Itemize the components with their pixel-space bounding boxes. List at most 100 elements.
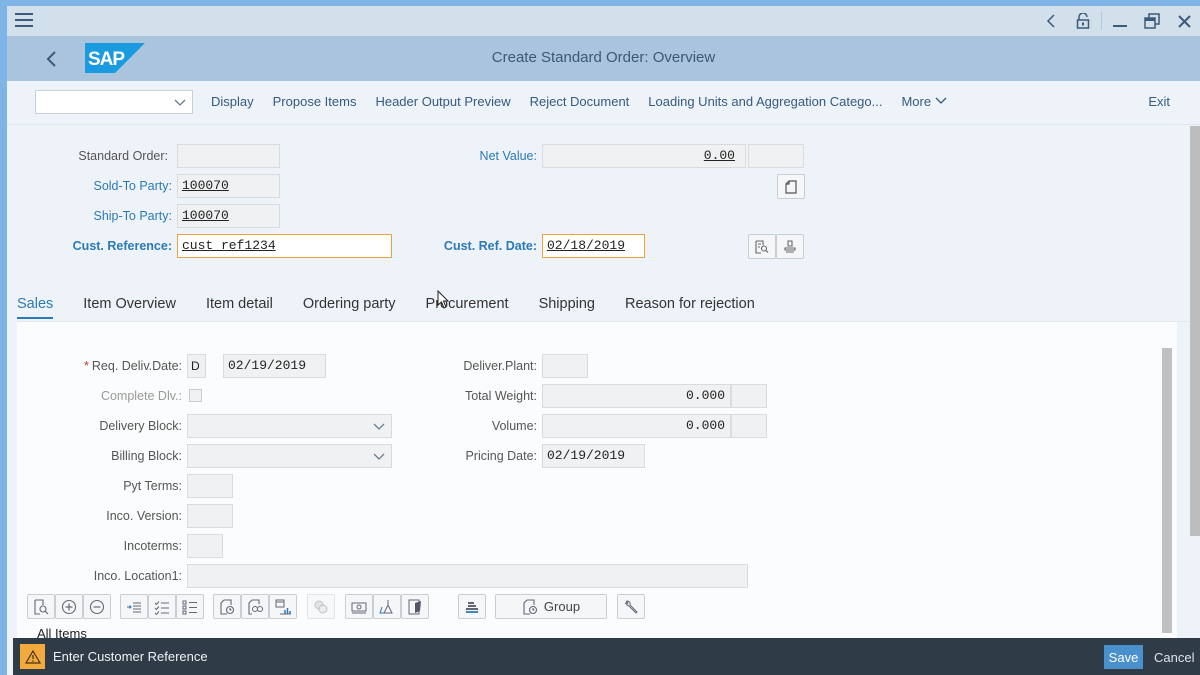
cust-ref-date-value: 02/18/2019 — [547, 238, 626, 253]
window-controls — [1035, 6, 1200, 36]
cancel-button[interactable]: Cancel — [1154, 650, 1194, 665]
select-all-button[interactable] — [148, 594, 176, 619]
complete-dlv-checkbox[interactable] — [189, 389, 202, 402]
loading-units-button[interactable]: Loading Units and Aggregation Catego... — [640, 94, 890, 109]
close-icon[interactable] — [1168, 6, 1200, 36]
tab-ordering-party[interactable]: Ordering party — [303, 296, 396, 319]
sold-to-party-label[interactable]: Sold-To Party: — [47, 179, 172, 193]
list-icon — [182, 600, 197, 614]
stamp-button[interactable] — [776, 234, 804, 259]
delivery-block-label: Delivery Block: — [99, 419, 182, 433]
ship-to-party-field[interactable]: 100070 — [177, 204, 280, 228]
display-document-button[interactable] — [748, 234, 776, 259]
req-deliv-date-label-text: Req. Deliv.Date: — [91, 359, 182, 373]
complete-dlv-label: Complete Dlv.: — [100, 389, 182, 403]
exit-button[interactable]: Exit — [1148, 94, 1170, 109]
chevron-down-icon — [174, 99, 186, 106]
settings-button[interactable] — [617, 594, 645, 619]
warning-button[interactable] — [20, 644, 45, 669]
propose-items-button[interactable]: Propose Items — [265, 94, 365, 109]
inco-version-field[interactable] — [187, 504, 233, 528]
volume-unit-field — [731, 414, 767, 438]
status-message[interactable]: Enter Customer Reference — [53, 649, 208, 664]
deliver-plant-field[interactable] — [542, 354, 588, 378]
delete-row-button[interactable] — [83, 594, 111, 619]
chevron-down-icon — [373, 423, 385, 430]
save-button[interactable]: Save — [1104, 645, 1143, 669]
pyt-terms-label: Pyt Terms: — [123, 479, 182, 493]
req-deliv-date-period-field[interactable]: D — [187, 354, 206, 378]
command-field-select[interactable] — [35, 90, 193, 114]
reject-document-button[interactable]: Reject Document — [522, 94, 638, 109]
document-search-icon — [755, 239, 769, 254]
availability-button[interactable] — [241, 594, 269, 619]
menu-icon[interactable] — [15, 13, 33, 27]
ship-to-party-label[interactable]: Ship-To Party: — [47, 209, 172, 223]
total-weight-field: 0.000 — [542, 384, 731, 408]
group-button-label: Group — [543, 599, 581, 614]
unlock-icon[interactable] — [1067, 6, 1099, 36]
currency-exchange-icon — [314, 600, 328, 613]
schedule-lines-button[interactable] — [213, 594, 241, 619]
billing-block-select[interactable] — [187, 444, 392, 468]
display-button[interactable]: Display — [203, 94, 262, 109]
document-button[interactable] — [777, 174, 805, 199]
pyt-terms-field[interactable] — [187, 474, 233, 498]
pricing-date-field[interactable]: 02/19/2019 — [542, 444, 645, 468]
cust-ref-date-input[interactable]: 02/18/2019 — [542, 234, 645, 258]
page-scrollbar[interactable] — [1190, 126, 1200, 536]
tab-shipping[interactable]: Shipping — [539, 296, 595, 319]
tab-reason-for-rejection[interactable]: Reason for rejection — [625, 296, 755, 319]
sold-to-party-field[interactable]: 100070 — [177, 174, 280, 198]
calendar-chart-icon — [275, 599, 291, 614]
deselect-all-button[interactable] — [176, 594, 204, 619]
group-button[interactable]: Group — [495, 594, 607, 619]
required-indicator: * — [84, 359, 89, 373]
incoterms-field[interactable] — [187, 534, 223, 558]
volume-label: Volume: — [491, 419, 537, 433]
req-deliv-date-field[interactable]: 02/19/2019 — [223, 354, 326, 378]
back-icon[interactable] — [1035, 6, 1067, 36]
cust-reference-input[interactable]: cust_ref1234 — [177, 234, 392, 258]
deliver-plant-label: Deliver.Plant: — [463, 359, 537, 373]
document-search-icon — [34, 598, 49, 615]
stack-icon — [466, 601, 478, 613]
move-to-list-button[interactable] — [120, 594, 148, 619]
more-label: More — [901, 94, 932, 109]
configuration-button[interactable] — [307, 594, 335, 619]
chevron-down-icon — [373, 453, 385, 460]
net-value-field: 0.00 — [542, 144, 746, 168]
header-output-preview-button[interactable]: Header Output Preview — [367, 94, 518, 109]
display-all-button[interactable] — [345, 594, 373, 619]
batch-determination-button[interactable] — [373, 594, 401, 619]
inco-location1-label: Inco. Location1: — [93, 569, 182, 583]
tab-item-overview[interactable]: Item Overview — [83, 296, 176, 319]
insert-row-button[interactable] — [55, 594, 83, 619]
item-details-button[interactable] — [27, 594, 55, 619]
delivery-block-select[interactable] — [187, 414, 392, 438]
req-deliv-date-label: * Req. Deliv.Date: — [62, 359, 182, 373]
stamp-icon — [784, 239, 796, 253]
minimize-icon[interactable] — [1104, 6, 1136, 36]
more-menu-button[interactable]: More — [893, 94, 954, 109]
tab-item-detail[interactable]: Item detail — [206, 296, 273, 319]
net-value-currency-field — [748, 144, 804, 168]
shipping-button[interactable] — [458, 594, 486, 619]
restore-icon[interactable] — [1136, 6, 1168, 36]
tab-bar: Sales Item Overview Item detail Ordering… — [17, 296, 785, 319]
warning-icon — [24, 649, 41, 664]
standard-order-field[interactable] — [177, 144, 280, 168]
pricing-button[interactable] — [269, 594, 297, 619]
sold-to-party-value: 100070 — [182, 178, 229, 193]
incoterms-label: Incoterms: — [123, 539, 182, 553]
tab-sales[interactable]: Sales — [17, 296, 54, 319]
shell-header: SAP Create Standard Order: Overview — [7, 36, 1200, 81]
panel-scrollbar[interactable] — [1162, 348, 1172, 633]
wrench-icon — [624, 600, 638, 614]
notes-button[interactable] — [401, 594, 429, 619]
standard-order-label: Standard Order: — [78, 149, 168, 163]
inco-version-label: Inco. Version: — [106, 509, 182, 523]
inco-location1-field[interactable] — [187, 564, 748, 588]
toolbar-items: Display Propose Items Header Output Prev… — [203, 94, 958, 109]
remove-circle-icon — [89, 599, 105, 614]
